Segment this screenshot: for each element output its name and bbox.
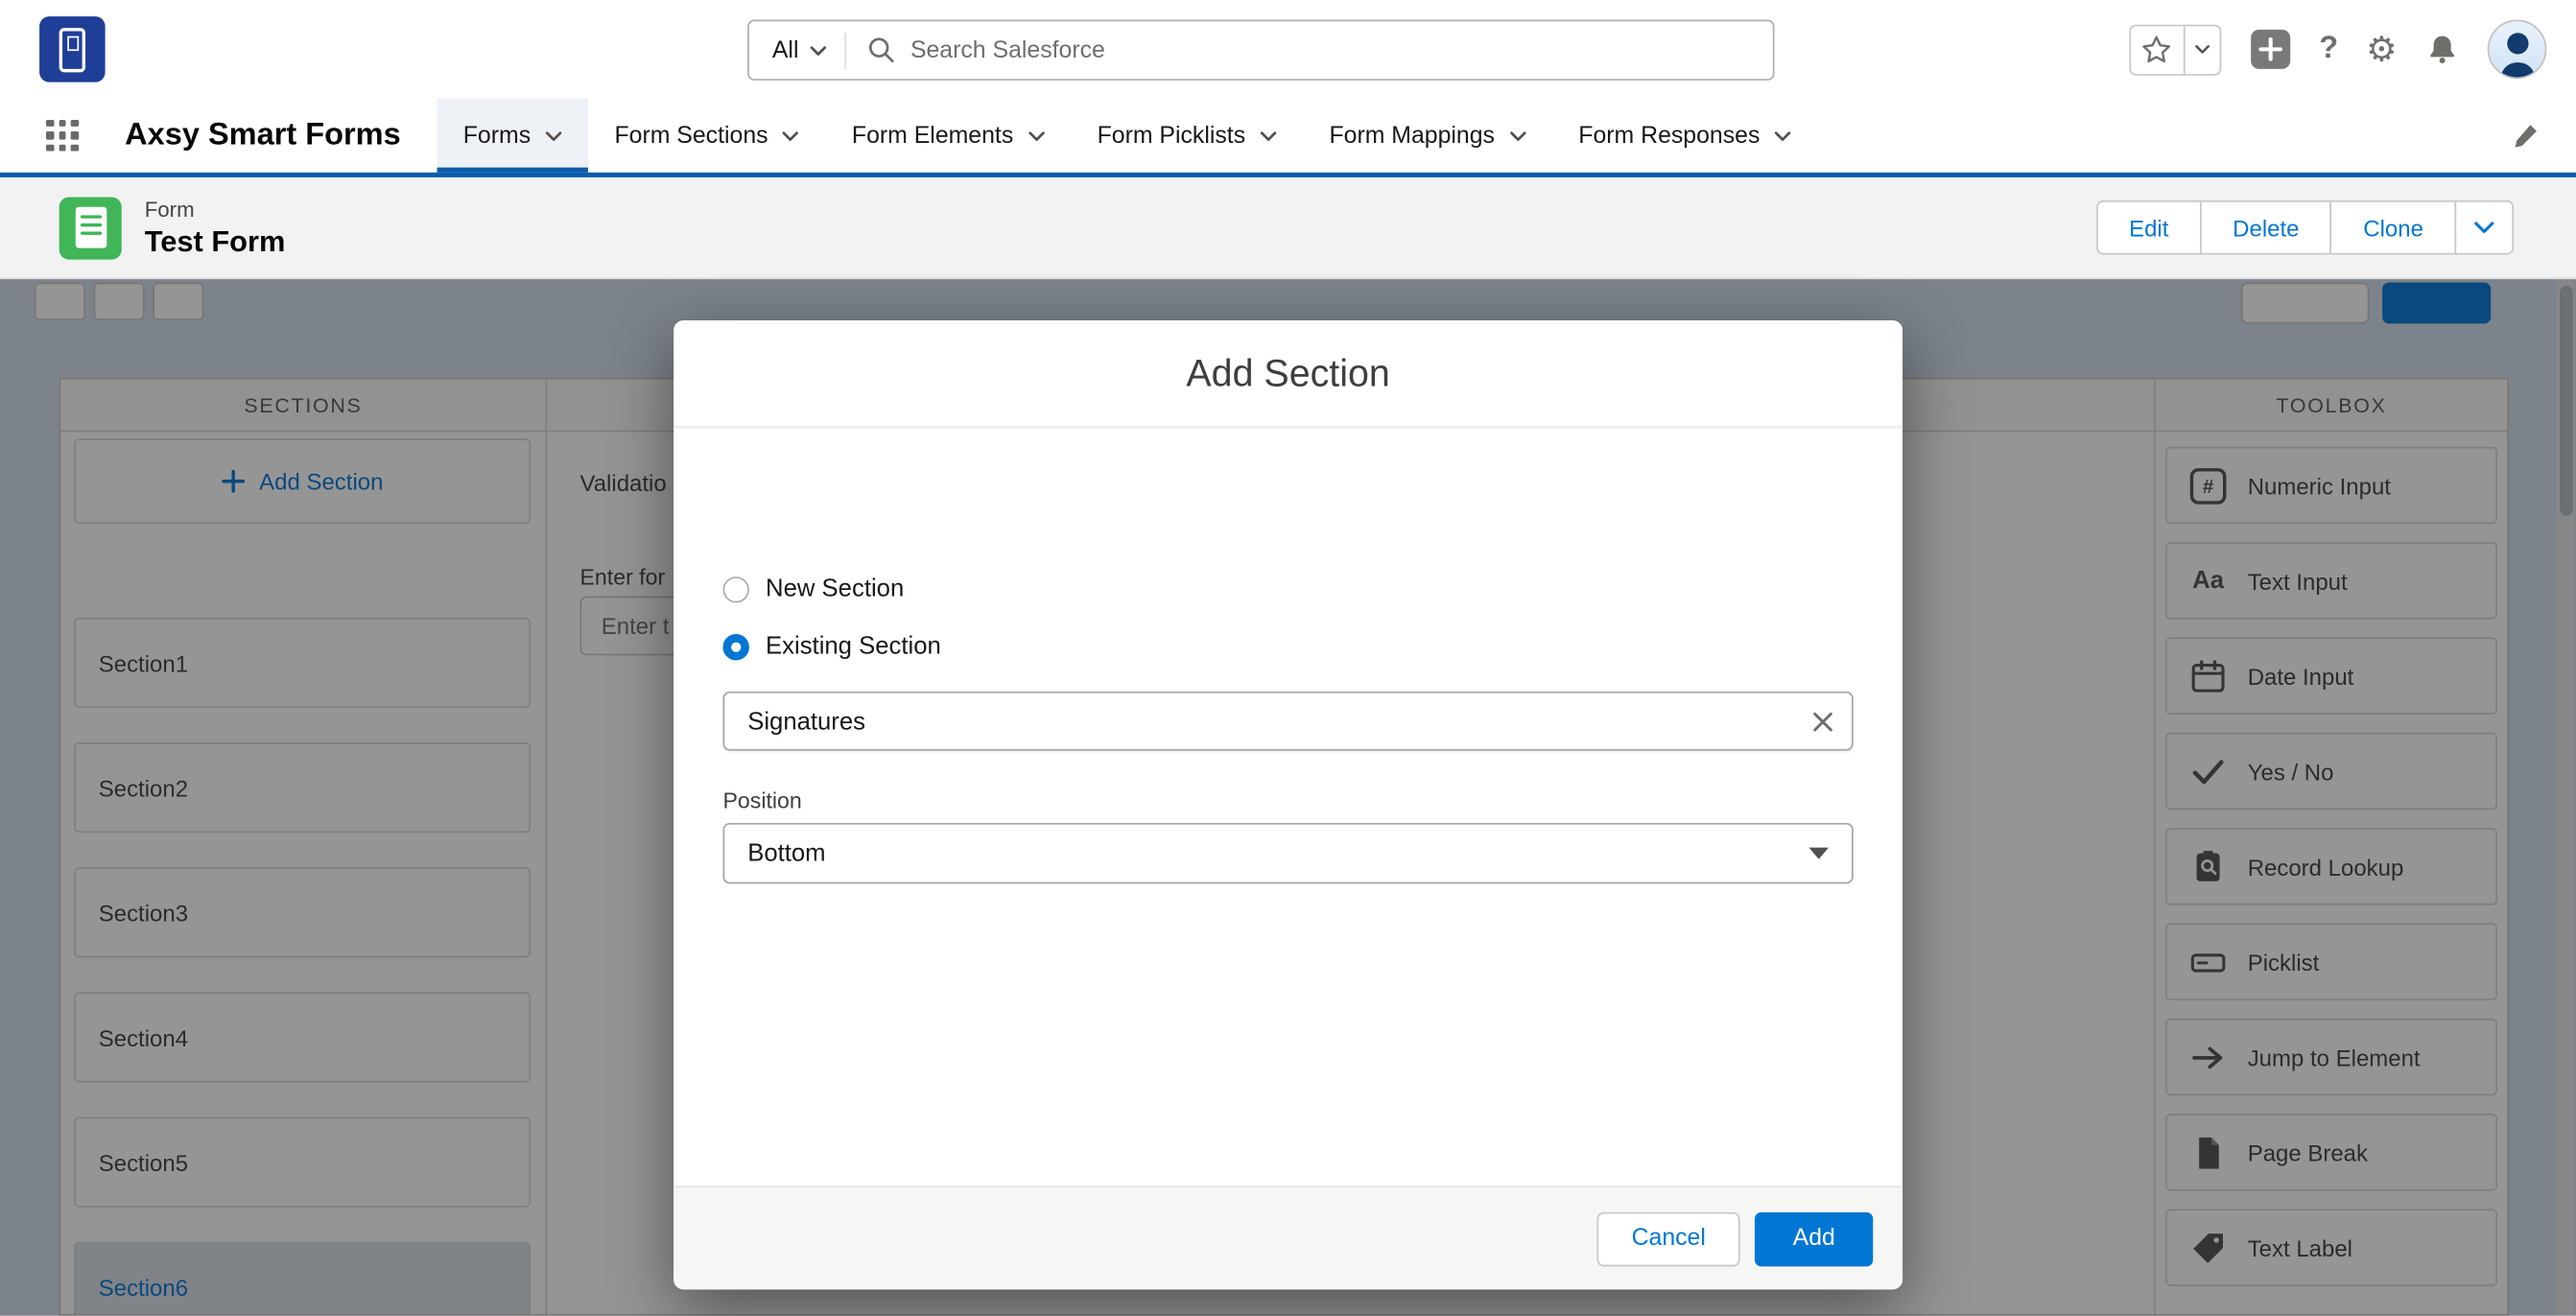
chevron-down-icon (783, 130, 799, 141)
section-name-input[interactable] (724, 707, 1793, 736)
search-icon (869, 37, 894, 63)
favorites-control (2128, 23, 2221, 75)
radio-icon (722, 576, 749, 602)
global-search: All (747, 19, 1775, 81)
chevron-down-icon (545, 130, 562, 141)
more-actions-button[interactable] (2454, 200, 2515, 255)
nav-tabs: Forms Form Sections Form Elements Form P… (437, 98, 1817, 173)
radio-selected-icon (722, 633, 749, 660)
help-icon: ? (2319, 31, 2339, 66)
position-select[interactable]: Bottom (722, 822, 1854, 884)
tab-label: Form Picklists (1097, 122, 1246, 149)
chevron-down-icon (2194, 45, 2210, 54)
star-icon (2142, 35, 2171, 63)
tab-form-sections[interactable]: Form Sections (588, 99, 825, 173)
chevron-down-icon (1808, 847, 1830, 859)
search-scope-label: All (771, 36, 799, 63)
modal-header: Add Section (674, 320, 1903, 429)
position-value: Bottom (747, 839, 826, 868)
clone-button[interactable]: Clone (2330, 200, 2457, 255)
cancel-button[interactable]: Cancel (1596, 1210, 1740, 1266)
tab-label: Form Sections (614, 122, 768, 149)
tab-label: Form Mappings (1329, 122, 1495, 149)
form-object-icon (59, 196, 122, 259)
close-icon (1812, 711, 1832, 731)
page-header: Form Test Form Edit Delete Clone (0, 176, 2576, 280)
chevron-down-icon (1260, 130, 1277, 141)
tab-form-responses[interactable]: Form Responses (1552, 99, 1817, 173)
search-scope-selector[interactable]: All (749, 21, 845, 79)
bell-icon (2430, 35, 2455, 64)
position-label: Position (722, 788, 802, 813)
chevron-down-icon (1509, 130, 1526, 141)
clear-input-button[interactable] (1792, 693, 1852, 749)
tab-form-picklists[interactable]: Form Picklists (1071, 99, 1303, 173)
favorites-dropdown-button[interactable] (2185, 26, 2219, 74)
header-actions: ? ⚙ (2128, 0, 2547, 99)
phone-icon (59, 27, 86, 72)
avatar[interactable] (2487, 19, 2547, 80)
setup-button[interactable]: ⚙ (2366, 32, 2397, 66)
tab-form-elements[interactable]: Form Elements (826, 99, 1072, 173)
radio-label: Existing Section (766, 632, 941, 661)
add-button[interactable]: Add (1755, 1210, 1874, 1266)
quick-add-button[interactable] (2249, 28, 2292, 71)
pencil-icon (2515, 125, 2537, 148)
app-nav-bar: Axsy Smart Forms Forms Form Sections For… (0, 98, 2576, 177)
page-title: Test Form (144, 223, 286, 258)
notifications-button[interactable] (2425, 32, 2460, 68)
modal-body: New Section Existing Section Position Bo… (674, 429, 1902, 1186)
page-header-text: Form Test Form (145, 197, 286, 259)
modal-title: Add Section (1186, 350, 1390, 394)
tab-forms[interactable]: Forms (437, 98, 589, 173)
section-combobox (722, 691, 1854, 751)
radio-label: New Section (766, 575, 905, 603)
modal-footer: Cancel Add (674, 1186, 1903, 1290)
app-name: Axsy Smart Forms (125, 117, 401, 153)
record-actions: Edit Delete Clone (2095, 200, 2515, 255)
favorites-star-button[interactable] (2130, 25, 2185, 74)
plus-box-icon (2250, 29, 2290, 69)
gear-icon: ⚙ (2366, 30, 2398, 69)
chevron-down-icon (810, 45, 827, 56)
search-divider (844, 32, 847, 69)
help-button[interactable]: ? (2319, 32, 2338, 68)
tab-label: Forms (462, 122, 532, 149)
tab-label: Form Elements (851, 122, 1014, 149)
edit-button[interactable]: Edit (2095, 200, 2202, 255)
axsy-logo[interactable] (39, 16, 106, 82)
chevron-down-icon (1028, 130, 1045, 141)
salesforce-app: All ? ⚙ (0, 0, 2576, 1316)
radio-existing-section[interactable]: Existing Section (722, 632, 941, 661)
add-section-modal: Add Section New Section Existing Section… (674, 319, 1903, 1290)
tab-form-mappings[interactable]: Form Mappings (1303, 99, 1552, 173)
app-launcher-icon[interactable] (45, 119, 79, 153)
chevron-down-icon (2474, 222, 2494, 234)
chevron-down-icon (1775, 130, 1791, 141)
radio-new-section[interactable]: New Section (722, 575, 905, 603)
delete-button[interactable]: Delete (2199, 200, 2332, 255)
global-header: All ? ⚙ (0, 0, 2576, 99)
entity-label: Form (144, 196, 195, 222)
edit-nav-button[interactable] (2512, 122, 2540, 150)
tab-label: Form Responses (1578, 122, 1761, 149)
search-input[interactable] (910, 21, 1773, 80)
